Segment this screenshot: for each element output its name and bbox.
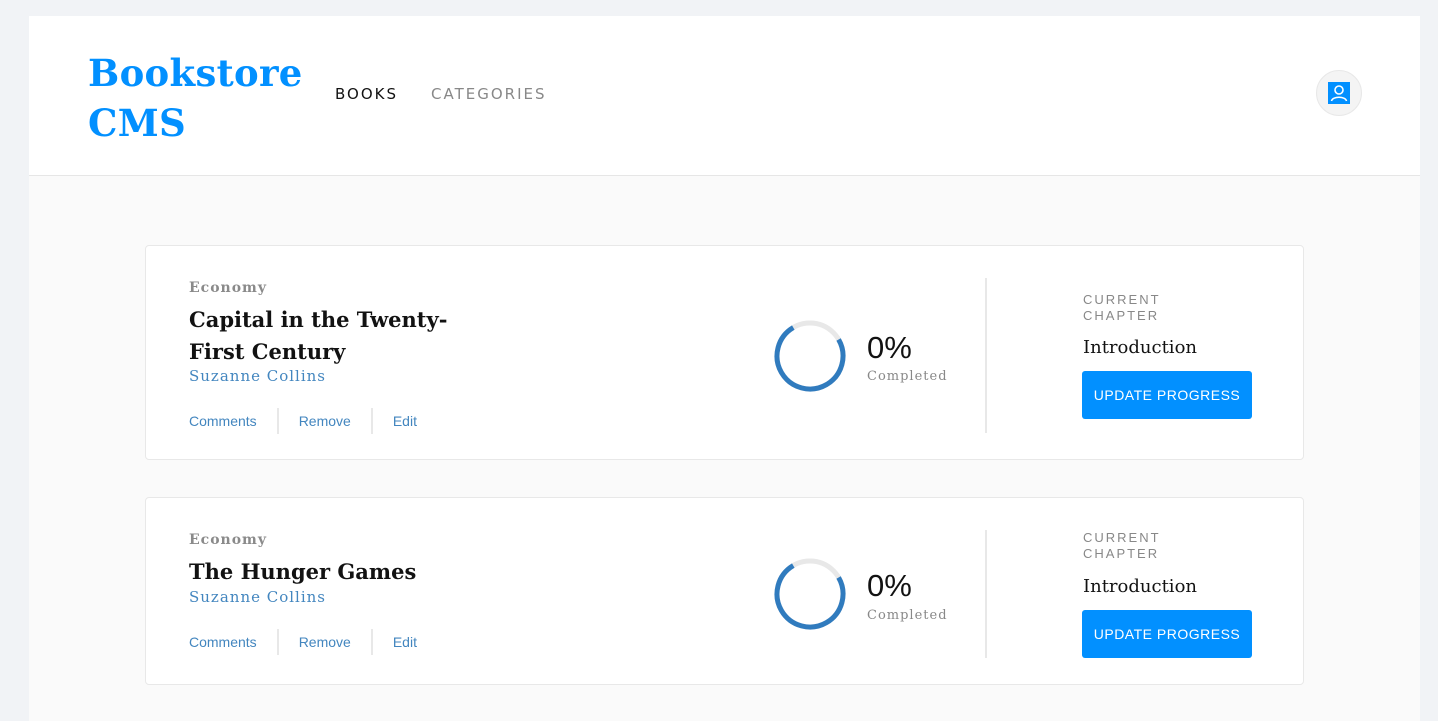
book-actions: Comments Remove Edit: [189, 629, 437, 655]
brand-logo[interactable]: Bookstore CMS: [88, 48, 318, 148]
book-actions: Comments Remove Edit: [189, 408, 437, 434]
update-progress-button[interactable]: UPDATE PROGRESS: [1082, 610, 1252, 658]
book-title: Capital in the Twenty-First Century: [189, 307, 448, 364]
user-icon: [1328, 82, 1350, 104]
comments-button[interactable]: Comments: [189, 629, 277, 655]
current-chapter: Introduction: [1083, 337, 1197, 358]
comments-button[interactable]: Comments: [189, 408, 277, 434]
completed-label: Completed: [867, 369, 948, 384]
book-author: Suzanne Collins: [189, 367, 327, 385]
book-card: Economy Capital in the Twenty-First Cent…: [145, 245, 1304, 460]
progress-ring: [774, 558, 846, 630]
divider: [985, 278, 987, 433]
nav-categories[interactable]: CATEGORIES: [431, 85, 547, 103]
progress-percent: 0%: [867, 568, 912, 603]
book-category: Economy: [189, 280, 267, 296]
remove-button[interactable]: Remove: [276, 408, 371, 434]
book-card: Economy The Hunger Games Suzanne Collins…: [145, 497, 1304, 685]
progress-percent: 0%: [867, 330, 912, 365]
current-chapter: Introduction: [1083, 576, 1197, 597]
edit-button[interactable]: Edit: [370, 629, 437, 655]
current-chapter-label: CURRENT CHAPTER: [1083, 292, 1161, 323]
book-category: Economy: [189, 532, 267, 548]
divider: [985, 530, 987, 658]
remove-button[interactable]: Remove: [276, 629, 371, 655]
nav-books[interactable]: BOOKS: [335, 85, 398, 103]
user-profile-button[interactable]: [1316, 70, 1362, 116]
app-panel: Bookstore CMS BOOKS CATEGORIES Economy C…: [29, 16, 1420, 721]
book-title: The Hunger Games: [189, 559, 417, 584]
current-chapter-label: CURRENT CHAPTER: [1083, 530, 1161, 561]
completed-label: Completed: [867, 608, 948, 623]
update-progress-button[interactable]: UPDATE PROGRESS: [1082, 371, 1252, 419]
progress-ring: [774, 320, 846, 392]
header: Bookstore CMS BOOKS CATEGORIES: [29, 16, 1420, 176]
book-author: Suzanne Collins: [189, 588, 327, 606]
edit-button[interactable]: Edit: [370, 408, 437, 434]
